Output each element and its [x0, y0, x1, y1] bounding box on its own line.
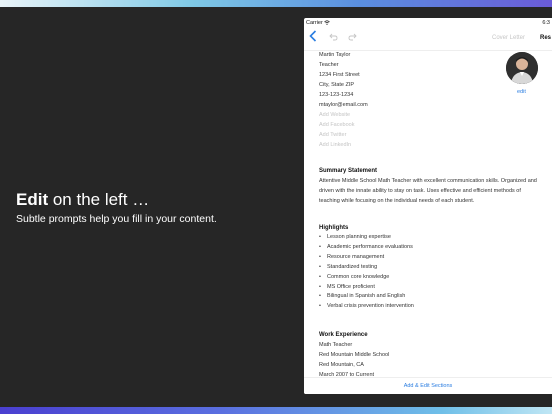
- contact-email[interactable]: mtaylor@email.com: [319, 100, 545, 110]
- promo-subtitle: Subtle prompts help you fill in your con…: [16, 213, 217, 225]
- summary-heading[interactable]: Summary Statement: [319, 166, 377, 176]
- list-item[interactable]: Academic performance evaluations: [319, 243, 541, 253]
- device-screen: Carrier 6:3 Cover Letter Res Martin Tayl…: [304, 18, 552, 394]
- summary-text[interactable]: Attentive Middle School Math Teacher wit…: [319, 176, 541, 206]
- add-twitter-prompt[interactable]: Add Twitter: [319, 130, 545, 140]
- cover-letter-tab[interactable]: Cover Letter: [492, 33, 525, 43]
- list-item[interactable]: Lesson planning expertise: [319, 233, 541, 243]
- work-role: Math Teacher: [319, 342, 353, 348]
- list-item[interactable]: Bilingual in Spanish and English: [319, 292, 541, 302]
- add-facebook-prompt[interactable]: Add Facebook: [319, 120, 545, 130]
- add-edit-sections-button[interactable]: Add & Edit Sections: [304, 382, 552, 390]
- work-employer: Red Mountain Middle School: [319, 352, 390, 358]
- status-bar: Carrier 6:3: [304, 18, 552, 28]
- list-item[interactable]: MS Office proficient: [319, 283, 541, 293]
- contact-city[interactable]: City, State ZIP: [319, 80, 545, 90]
- add-website-prompt[interactable]: Add Website: [319, 110, 545, 120]
- work-heading[interactable]: Work Experience: [319, 330, 368, 340]
- list-item[interactable]: Common core knowledge: [319, 273, 541, 283]
- resume-tab[interactable]: Res: [540, 33, 551, 43]
- carrier-label: Carrier: [306, 18, 331, 28]
- promo-title: Edit on the left …: [16, 190, 149, 210]
- work-entry[interactable]: Math Teacher Red Mountain Middle School …: [319, 340, 541, 380]
- list-item[interactable]: Verbal crisis prevention intervention: [319, 302, 541, 312]
- wifi-icon: [324, 20, 331, 25]
- contact-phone[interactable]: 123-123-1234: [319, 90, 545, 100]
- highlights-heading[interactable]: Highlights: [319, 223, 348, 233]
- top-gradient-bar: [0, 0, 552, 7]
- avatar[interactable]: [506, 52, 538, 84]
- highlights-list: Lesson planning expertise Academic perfo…: [319, 233, 541, 312]
- bottom-toolbar: Add & Edit Sections: [304, 377, 552, 394]
- undo-icon[interactable]: [329, 33, 338, 43]
- bottom-gradient-bar: [0, 407, 552, 414]
- navigation-bar: Cover Letter Res: [304, 28, 552, 51]
- add-linkedin-prompt[interactable]: Add LinkedIn: [319, 140, 545, 150]
- redo-icon[interactable]: [348, 33, 357, 43]
- promo-title-bold: Edit: [16, 190, 49, 209]
- list-item[interactable]: Standardized testing: [319, 263, 541, 273]
- status-time: 6:3: [542, 20, 550, 26]
- chevron-left-icon[interactable]: [309, 30, 317, 46]
- edit-photo-link[interactable]: edit: [517, 88, 526, 96]
- promo-title-rest: on the left …: [48, 190, 150, 209]
- list-item[interactable]: Resource management: [319, 253, 541, 263]
- work-location: Red Mountain, CA: [319, 362, 364, 368]
